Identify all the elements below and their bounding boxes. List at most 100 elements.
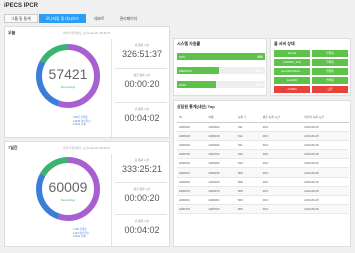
table-row[interactable]: 2400001 2400001 506 00:0 2019-06-25 [177, 195, 349, 206]
week-title: 7일간 [8, 145, 18, 150]
week-total-time: 총 통화 시간 333:25:21 [111, 158, 173, 174]
table-cell: 2019-06-25 [302, 167, 349, 178]
table-cell: 506 [235, 195, 261, 206]
col-last-time[interactable]: 마지막 녹취 시간 [302, 113, 349, 123]
disk-bar-label: DISK [179, 82, 187, 87]
week-ring-chart: 60009 Recordings [33, 154, 103, 224]
table-cell: 2400001 [206, 195, 236, 206]
col-id[interactable]: ID [177, 113, 207, 123]
table-cell: 2019-06-25 [302, 140, 349, 151]
tab-monitoring-dashboard[interactable]: 모니터링 및 대시보드 [38, 14, 87, 23]
table-cell: 00:0 [260, 167, 303, 178]
agent-table-body: 2400020 2400020 511 00:0 2019-06-25 2400018 24… [177, 122, 349, 215]
table-row[interactable]: 2400004 2400004 511 00:0 2019-06-25 [177, 140, 349, 151]
table-cell: 2400703 [206, 204, 236, 215]
cpu-bar-label: CPU [179, 54, 186, 59]
agent-top10-panel: 상담원 통계(내선) Top ID 이름 녹취 수 평균 녹취 시간 마지막 녹… [173, 100, 351, 247]
cpu-bar-value: 3% [257, 54, 263, 59]
main-tabs: 그룹 및 통계 모니터링 및 대시보드 레포트 관리페이지 [4, 14, 145, 23]
table-cell: 2400004 [206, 140, 236, 151]
tab-group-stats[interactable]: 그룹 및 통계 [4, 14, 38, 23]
stat-value: 326:51:37 [121, 49, 163, 59]
memory-bar-label: MEMORY [179, 68, 193, 73]
server-status-ipecs3-state[interactable]: 연결됨 [312, 50, 348, 57]
stat-value: 00:04:02 [124, 225, 160, 235]
table-cell: 2019-06-25 [302, 204, 349, 215]
server-status-ipecshd-state[interactable]: 연결됨 [312, 77, 348, 84]
table-cell: 511 [235, 122, 261, 132]
table-row[interactable]: 2400703 2400703 505 00:0 2019-06-25 [177, 204, 349, 215]
week-long-time: 긴 통화 시간 00:04:02 [111, 219, 173, 235]
table-row[interactable]: 2400043 2400043 508 00:0 2019-06-25 [177, 167, 349, 178]
today-total-time: 총 통화 시간 326:51:37 [111, 43, 173, 59]
table-cell: 2400004 [177, 140, 207, 151]
table-cell: 2400018 [177, 131, 207, 141]
server-status-ipecs300[interactable]: ipecs300-8516-... [274, 68, 310, 75]
server-status-ipecs3[interactable]: ipecs3 [274, 50, 310, 57]
today-count-label: Recordings [60, 85, 76, 89]
table-cell: 2019-06-25 [302, 158, 349, 169]
stat-label: 긴 통화 시간 [134, 107, 150, 111]
cpu-bar: CPU 3% [177, 53, 265, 60]
table-cell: 2400702 [206, 149, 236, 160]
stat-value: 00:00:20 [124, 193, 160, 203]
today-legend-item: 27412 자체 [73, 123, 86, 127]
table-cell: 508 [235, 186, 261, 197]
table-cell: 00:0 [260, 149, 303, 160]
table-cell: 2400018 [206, 131, 236, 141]
table-cell: 00:0 [260, 195, 303, 206]
disk-bar: DISK 44% [177, 81, 265, 88]
table-cell: 2019-06-25 [302, 122, 349, 132]
memory-bar: MEMORY 48% [177, 67, 265, 74]
table-row[interactable]: 2400079 2400079 508 00:0 2019-06-25 [177, 186, 349, 197]
tab-admin[interactable]: 관리페이지 [113, 14, 144, 23]
stat-label: 총 통화 시간 [134, 43, 150, 47]
table-row[interactable]: 2400003 2400003 510 00:0 2019-06-25 [177, 158, 349, 169]
week-count-label: Recordings [60, 198, 76, 202]
table-cell: 2019-06-25 [302, 131, 349, 141]
table-cell: 2019-06-25 [302, 186, 349, 197]
stat-label: 평균 통화 시간 [133, 73, 151, 77]
top10-title: 상담원 통계(내선) Top [177, 104, 215, 109]
tab-report[interactable]: 레포트 [87, 14, 111, 23]
table-cell: 2400030 [177, 177, 207, 187]
table-cell: 2019-06-25 [302, 177, 349, 187]
table-row[interactable]: 2400018 2400018 511 00:0 2019-06-25 [177, 131, 349, 141]
stat-label: 총 통화 시간 [134, 158, 150, 162]
table-cell: 510 [235, 158, 261, 169]
app-title: iPECS IPCR [4, 3, 39, 9]
table-cell: 508 [235, 167, 261, 178]
col-name[interactable]: 이름 [206, 113, 236, 123]
server-status-lgrsrv-state[interactable]: 연결됨 [312, 59, 348, 66]
table-cell: 511 [235, 131, 261, 141]
table-row[interactable]: 2400030 2400030 508 00:0 2019-06-25 [177, 177, 349, 187]
table-cell: 00:0 [260, 140, 303, 151]
table-cell: 2400003 [177, 158, 207, 169]
table-cell: 00:0 [260, 204, 303, 215]
stat-value: 00:04:02 [124, 113, 160, 123]
server-status-comm-state[interactable]: 오류 [312, 86, 348, 93]
system-resources-panel: 시스템 자원률 CPU 3% MEMORY 48% DISK 44% [173, 38, 267, 96]
server-status-ipecshd[interactable]: ipecsHD [274, 77, 310, 84]
table-cell: 2400079 [206, 186, 236, 197]
col-avg-time[interactable]: 평균 녹취 시간 [260, 113, 303, 123]
today-title: 오늘 [8, 30, 16, 35]
table-cell: 00:0 [260, 158, 303, 169]
table-cell: 00:0 [260, 186, 303, 197]
week-avg-time: 평균 통화 시간 00:00:20 [111, 187, 173, 203]
table-cell: 2400043 [177, 167, 207, 178]
table-row[interactable]: 2400020 2400020 511 00:0 2019-06-25 [177, 122, 349, 132]
table-cell: 00:0 [260, 131, 303, 141]
server-status-lgrsrv[interactable]: LGRSRV_Test [274, 59, 310, 66]
col-count[interactable]: 녹취 수 [235, 113, 261, 123]
today-count: 57421 [48, 66, 88, 82]
server-title: 콜 서버 상태 [274, 41, 295, 46]
table-cell: 00:0 [260, 177, 303, 187]
week-legend: 7108 진행중 1424 외부착신 21412 자체 [73, 228, 89, 239]
table-row[interactable]: 2400702 2400702 510 00:0 2019-06-25 [177, 149, 349, 160]
system-title: 시스템 자원률 [177, 41, 201, 46]
server-status-comm[interactable]: COMM [274, 86, 310, 93]
table-cell: 505 [235, 204, 261, 215]
server-status-ipecs300-state[interactable]: 연결됨 [312, 68, 348, 75]
week-subtitle: 마지막 업데이트 시간 Last 18: 15:49:07 [63, 145, 111, 150]
